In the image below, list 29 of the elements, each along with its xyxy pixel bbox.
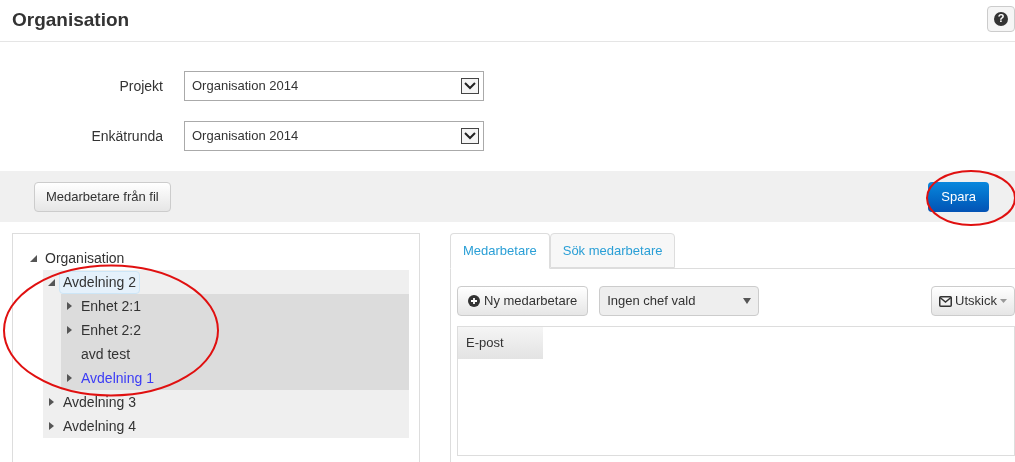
collapsed-caret-icon[interactable]	[66, 302, 72, 310]
save-button[interactable]: Spara	[928, 181, 989, 212]
new-employee-button[interactable]: Ny medarbetare	[457, 286, 589, 316]
collapsed-caret-icon[interactable]	[48, 398, 54, 406]
caret-icon	[1000, 299, 1007, 303]
plus-circle-icon	[468, 295, 480, 307]
tree-item[interactable]: Enhet 2:2	[77, 318, 145, 342]
collapsed-caret-icon[interactable]	[66, 374, 72, 382]
field-label: Projekt	[118, 76, 163, 96]
tree-item[interactable]: Organisation	[41, 246, 129, 270]
import-file-button[interactable]: Medarbetare från fil	[34, 181, 171, 212]
select-field[interactable]: Organisation 2014	[184, 71, 484, 101]
tree-item[interactable]: avd test	[77, 342, 135, 366]
select-field[interactable]: Organisation 2014	[184, 121, 484, 151]
tree-item[interactable]: Enhet 2:1	[77, 294, 145, 318]
page-title: Organisation	[12, 8, 130, 33]
column-header[interactable]: E-post	[458, 327, 543, 359]
tree-item[interactable]: Avdelning 2	[59, 270, 140, 294]
help-button[interactable]: ?	[987, 5, 1015, 32]
collapsed-caret-icon[interactable]	[48, 422, 54, 430]
expanded-caret-icon[interactable]	[29, 254, 37, 262]
expanded-caret-icon[interactable]	[47, 278, 55, 286]
envelope-icon	[939, 295, 953, 307]
help-icon: ?	[994, 11, 1008, 26]
collapsed-caret-icon[interactable]	[66, 326, 72, 334]
manager-select[interactable]: Ingen chef vald	[599, 286, 760, 316]
send-out-button[interactable]: Utskick	[931, 286, 1015, 316]
dropdown-arrow-icon	[743, 298, 752, 304]
field-label: Enkätrunda	[90, 126, 163, 146]
